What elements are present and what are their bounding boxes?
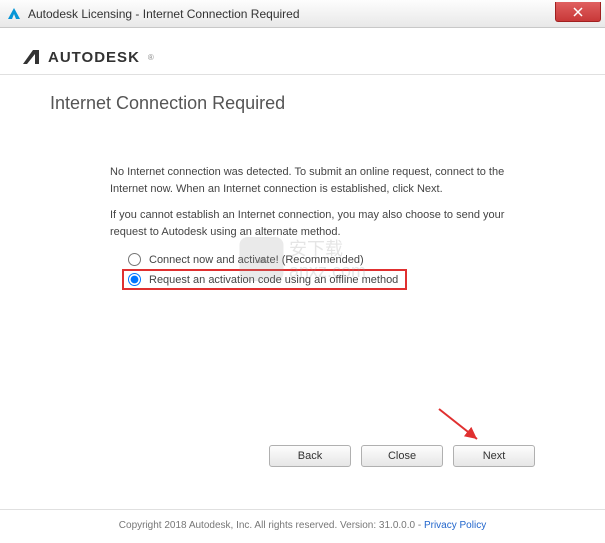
option-label-2: Request an activation code using an offl… bbox=[149, 274, 398, 286]
brand-name: AUTODESK bbox=[48, 49, 140, 66]
paragraph-2: If you cannot establish an Internet conn… bbox=[110, 207, 525, 240]
brand-header: AUTODESK ® bbox=[0, 28, 605, 75]
privacy-policy-link[interactable]: Privacy Policy bbox=[424, 520, 486, 531]
window-titlebar: Autodesk Licensing - Internet Connection… bbox=[0, 0, 605, 28]
body-text: No Internet connection was detected. To … bbox=[110, 164, 525, 240]
close-button[interactable]: Close bbox=[361, 445, 443, 467]
copyright-text: Copyright 2018 Autodesk, Inc. All rights… bbox=[119, 520, 424, 531]
option-offline[interactable]: Request an activation code using an offl… bbox=[128, 273, 398, 286]
paragraph-1: No Internet connection was detected. To … bbox=[110, 164, 525, 197]
autodesk-logo-icon bbox=[22, 48, 40, 66]
close-window-button[interactable] bbox=[555, 2, 601, 22]
annotation-arrow-icon bbox=[437, 407, 487, 447]
footer: Copyright 2018 Autodesk, Inc. All rights… bbox=[0, 509, 605, 539]
trademark-icon: ® bbox=[148, 53, 154, 62]
option-label-1: Connect now and activate! (Recommended) bbox=[149, 254, 364, 266]
radio-connect-now[interactable] bbox=[128, 253, 141, 266]
app-icon bbox=[6, 6, 22, 22]
option-connect-now[interactable]: Connect now and activate! (Recommended) bbox=[128, 250, 555, 269]
page-title: Internet Connection Required bbox=[50, 93, 555, 114]
highlighted-option-box: Request an activation code using an offl… bbox=[122, 269, 407, 290]
window-title: Autodesk Licensing - Internet Connection… bbox=[28, 7, 300, 21]
radio-offline[interactable] bbox=[128, 273, 141, 286]
next-button[interactable]: Next bbox=[453, 445, 535, 467]
back-button[interactable]: Back bbox=[269, 445, 351, 467]
button-row: Back Close Next bbox=[269, 445, 535, 467]
radio-options: Connect now and activate! (Recommended) … bbox=[128, 250, 555, 290]
main-content: Internet Connection Required No Internet… bbox=[0, 75, 605, 290]
